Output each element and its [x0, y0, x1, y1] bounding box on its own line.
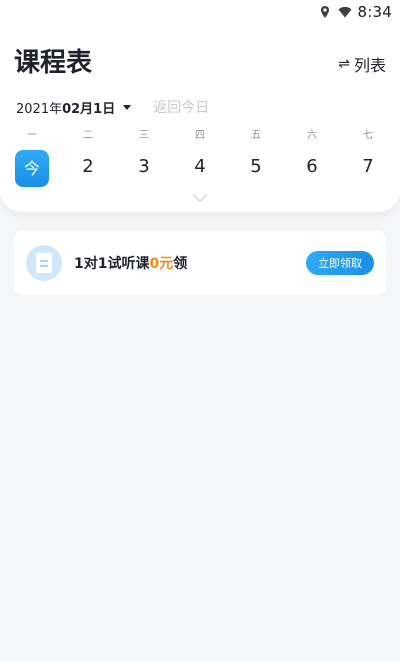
swap-icon: ⇌: [338, 56, 350, 72]
expand-chevron-icon[interactable]: [192, 187, 208, 203]
weekday-label: 四: [195, 130, 205, 141]
week-strip: 一 今 二 2 三 3 四 4 五 5 六 6 七 7: [4, 128, 396, 187]
promo-text: 1对1试听课0元领: [74, 253, 187, 273]
page-title: 课程表: [14, 48, 93, 78]
document-icon-badge: [26, 245, 62, 281]
wifi-icon: [338, 6, 352, 18]
claim-now-button[interactable]: 立即领取: [306, 251, 374, 275]
date-selector-row: 2021年 02月1日 返回今日: [16, 97, 209, 117]
day-number: 2: [82, 156, 94, 177]
back-to-today-button[interactable]: 返回今日: [153, 97, 209, 117]
day-sun[interactable]: 七 7: [340, 128, 396, 187]
status-time: 8:34: [357, 3, 392, 21]
weekday-label: 五: [251, 130, 261, 141]
day-number: 3: [138, 156, 150, 177]
weekday-label: 六: [307, 130, 317, 141]
day-number: 6: [306, 156, 318, 177]
promo-text-prefix: 1对1试听课: [74, 256, 150, 272]
status-bar: 8:34: [0, 0, 400, 24]
day-sat[interactable]: 六 6: [284, 128, 340, 187]
weekday-label: 一: [27, 130, 37, 141]
day-tue[interactable]: 二 2: [60, 128, 116, 187]
weekday-label: 三: [139, 130, 149, 141]
day-mon[interactable]: 一 今: [4, 128, 60, 187]
schedule-header-card: 8:34 课程表 ⇌ 列表 2021年 02月1日 返回今日 一 今 二 2 三…: [0, 0, 400, 212]
day-fri[interactable]: 五 5: [228, 128, 284, 187]
day-wed[interactable]: 三 3: [116, 128, 172, 187]
day-thu[interactable]: 四 4: [172, 128, 228, 187]
location-icon: [320, 6, 329, 18]
weekday-label: 七: [363, 130, 373, 141]
promo-text-suffix: 领: [173, 256, 188, 272]
list-view-label: 列表: [353, 56, 386, 75]
weekday-label: 二: [83, 130, 93, 141]
date-year: 2021年: [16, 101, 63, 117]
day-number: 5: [250, 156, 262, 177]
schedule-page: 8:34 课程表 ⇌ 列表 2021年 02月1日 返回今日 一 今 二 2 三…: [0, 0, 400, 661]
promo-price: 0元: [149, 256, 174, 272]
day-number: 4: [194, 156, 206, 177]
date-month-day: 02月1日: [62, 101, 116, 117]
date-selector[interactable]: 2021年 02月1日: [16, 98, 132, 117]
caret-down-icon: [123, 104, 132, 110]
list-view-button[interactable]: ⇌ 列表: [338, 52, 386, 76]
trial-lesson-banner[interactable]: 1对1试听课0元领 立即领取: [14, 231, 386, 295]
day-today-badge: 今: [15, 150, 49, 187]
day-number: 7: [362, 156, 374, 177]
document-icon: [36, 253, 52, 273]
